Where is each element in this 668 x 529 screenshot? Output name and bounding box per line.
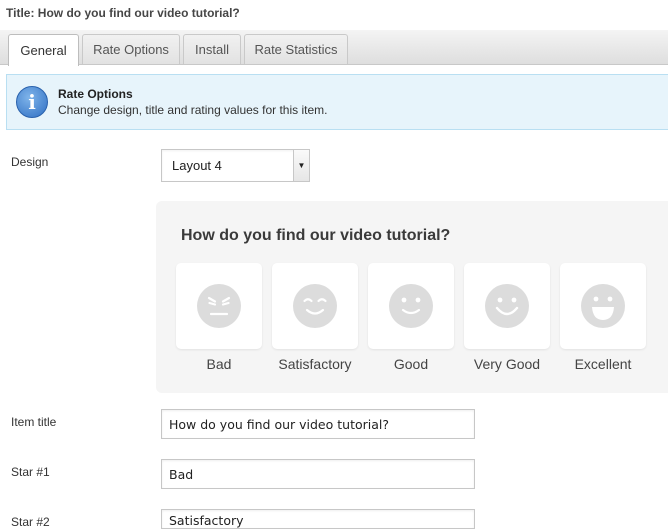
rating-option-good[interactable] bbox=[368, 263, 454, 349]
grin-face-icon bbox=[581, 284, 625, 328]
design-select-value: Layout 4 bbox=[172, 158, 222, 173]
star-1-label: Star #1 bbox=[11, 465, 50, 479]
tab-rate-options[interactable]: Rate Options bbox=[82, 34, 180, 64]
preview-title: How do you find our video tutorial? bbox=[181, 227, 451, 244]
rating-label-excellent: Excellent bbox=[574, 356, 632, 372]
tab-install[interactable]: Install bbox=[183, 34, 241, 64]
item-title-label: Item title bbox=[11, 415, 57, 429]
star-1-input[interactable]: Bad bbox=[161, 459, 475, 489]
tab-bar: General Rate Options Install Rate Statis… bbox=[0, 30, 668, 66]
rating-label-good: Good bbox=[393, 356, 429, 372]
info-text: Change design, title and rating values f… bbox=[58, 103, 328, 117]
rating-label-satisfactory: Satisfactory bbox=[278, 356, 352, 372]
rating-option-very-good[interactable] bbox=[464, 263, 550, 349]
rating-preview: How do you find our video tutorial? Bad … bbox=[156, 201, 668, 393]
tab-rate-statistics[interactable]: Rate Statistics bbox=[244, 34, 348, 64]
rating-label-very-good: Very Good bbox=[473, 356, 541, 372]
info-icon: i bbox=[16, 86, 48, 118]
rating-option-bad[interactable] bbox=[176, 263, 262, 349]
smile-face-icon bbox=[389, 284, 433, 328]
item-title-input[interactable]: How do you find our video tutorial? bbox=[161, 409, 475, 439]
rating-option-excellent[interactable] bbox=[560, 263, 646, 349]
star-2-input[interactable]: Satisfactory bbox=[161, 509, 475, 529]
info-title: Rate Options bbox=[58, 87, 133, 101]
rating-option-satisfactory[interactable] bbox=[272, 263, 358, 349]
happy-face-icon bbox=[485, 284, 529, 328]
design-label: Design bbox=[11, 155, 49, 169]
info-box: i Rate Options Change design, title and … bbox=[6, 74, 668, 130]
angry-face-icon bbox=[197, 284, 241, 328]
page-title: Title: How do you find our video tutoria… bbox=[6, 6, 240, 20]
rating-label-bad: Bad bbox=[206, 356, 232, 372]
star-2-label: Star #2 bbox=[11, 515, 50, 529]
tab-general[interactable]: General bbox=[8, 34, 79, 66]
design-select[interactable]: Layout 4 ▼ bbox=[161, 149, 310, 182]
chevron-down-icon[interactable]: ▼ bbox=[293, 150, 309, 181]
smirk-face-icon bbox=[293, 284, 337, 328]
